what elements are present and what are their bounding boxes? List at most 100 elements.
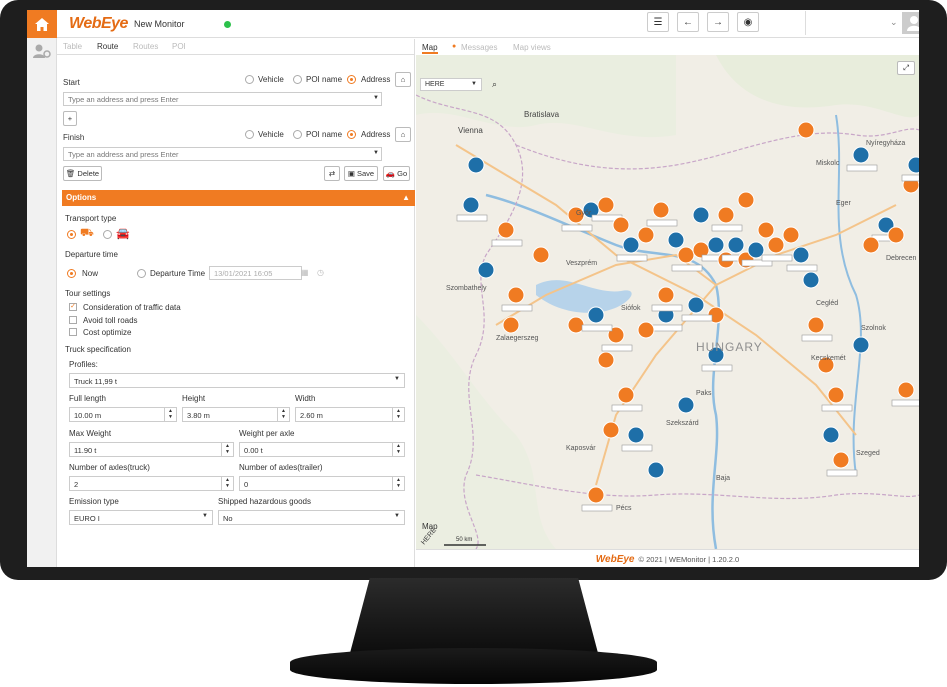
toll-checkbox[interactable]: [69, 316, 77, 324]
vehicle-marker-icon[interactable]: [802, 271, 820, 289]
vehicle-marker-icon[interactable]: [822, 426, 840, 444]
back-button[interactable]: ←: [677, 12, 699, 32]
vehicle-marker-icon[interactable]: [747, 241, 765, 259]
poi-marker-icon[interactable]: [832, 451, 850, 469]
map-provider-select[interactable]: HERE ▼: [420, 78, 482, 91]
stepper-icon[interactable]: ▲ ▼: [277, 408, 289, 421]
globe-button[interactable]: ◉: [737, 12, 759, 32]
poi-marker-icon[interactable]: [782, 226, 800, 244]
finish-address-input[interactable]: Type an address and press Enter: [63, 147, 382, 161]
save-button[interactable]: ▣ Save: [344, 166, 378, 181]
start-address-input[interactable]: Type an address and press Enter: [63, 92, 382, 106]
axles-truck-input[interactable]: 2 ▲ ▼: [69, 476, 234, 491]
finish-pin-button[interactable]: ⌂: [395, 127, 411, 142]
poi-marker-icon[interactable]: [897, 381, 915, 399]
finish-poi-radio[interactable]: [293, 130, 302, 139]
poi-marker-icon[interactable]: [612, 216, 630, 234]
stepper-icon[interactable]: ▲ ▼: [392, 408, 404, 421]
poi-marker-icon[interactable]: [887, 226, 905, 244]
poi-marker-icon[interactable]: [497, 221, 515, 239]
vehicle-marker-icon[interactable]: [727, 236, 745, 254]
weight-axle-input[interactable]: 0.00 t ▲ ▼: [239, 442, 405, 457]
user-menu[interactable]: ⌄: [805, 11, 919, 35]
vehicle-marker-icon[interactable]: [667, 231, 685, 249]
stepper-icon[interactable]: ▲ ▼: [164, 408, 176, 421]
vehicle-marker-icon[interactable]: [852, 146, 870, 164]
traffic-checkbox[interactable]: ✓: [69, 303, 77, 311]
start-address-radio[interactable]: [347, 75, 356, 84]
full-length-input[interactable]: 10.00 m ▲ ▼: [69, 407, 177, 422]
poi-marker-icon[interactable]: [717, 206, 735, 224]
vehicle-marker-icon[interactable]: [687, 296, 705, 314]
stepper-icon[interactable]: ▲ ▼: [221, 477, 233, 490]
tab-routes[interactable]: Routes: [133, 42, 158, 51]
add-waypoint-button[interactable]: +: [63, 111, 77, 126]
start-vehicle-radio[interactable]: [245, 75, 254, 84]
poi-marker-icon[interactable]: [797, 121, 815, 139]
vehicle-marker-icon[interactable]: [692, 206, 710, 224]
poi-marker-icon[interactable]: [807, 316, 825, 334]
vehicle-marker-icon[interactable]: [792, 246, 810, 264]
tab-poi[interactable]: POI: [172, 42, 186, 51]
home-button[interactable]: [27, 10, 57, 38]
map-canvas[interactable]: Vienna Bratislava HUNGARY Miskolc Győr S…: [416, 55, 919, 549]
go-button[interactable]: 🚗 Go: [383, 166, 410, 181]
poi-marker-icon[interactable]: [617, 386, 635, 404]
vehicle-marker-icon[interactable]: [622, 236, 640, 254]
poi-marker-icon[interactable]: [602, 421, 620, 439]
truck-radio[interactable]: [67, 230, 76, 239]
width-input[interactable]: 2.60 m ▲ ▼: [295, 407, 405, 422]
axles-trailer-input[interactable]: 0 ▲ ▼: [239, 476, 405, 491]
height-input[interactable]: 3.80 m ▲ ▼: [182, 407, 290, 422]
tab-route[interactable]: Route: [97, 42, 118, 51]
poi-marker-icon[interactable]: [862, 236, 880, 254]
tab-messages[interactable]: Messages: [461, 43, 497, 52]
poi-marker-icon[interactable]: [757, 221, 775, 239]
finish-address-radio[interactable]: [347, 130, 356, 139]
poi-marker-icon[interactable]: [502, 316, 520, 334]
poi-marker-icon[interactable]: [532, 246, 550, 264]
vehicle-marker-icon[interactable]: [647, 461, 665, 479]
poi-marker-icon[interactable]: [637, 226, 655, 244]
vehicle-marker-icon[interactable]: [627, 426, 645, 444]
tab-table[interactable]: Table: [63, 42, 82, 51]
vehicle-marker-icon[interactable]: [677, 396, 695, 414]
poi-marker-icon[interactable]: [597, 351, 615, 369]
tab-map[interactable]: Map: [422, 43, 438, 54]
max-weight-input[interactable]: 11.90 t ▲ ▼: [69, 442, 234, 457]
poi-marker-icon[interactable]: [827, 386, 845, 404]
poi-marker-icon[interactable]: [637, 321, 655, 339]
vehicle-marker-icon[interactable]: [852, 336, 870, 354]
vehicle-marker-icon[interactable]: [462, 196, 480, 214]
poi-marker-icon[interactable]: [587, 486, 605, 504]
poi-marker-icon[interactable]: [677, 246, 695, 264]
start-pin-button[interactable]: ⌂: [395, 72, 411, 87]
vehicle-marker-icon[interactable]: [467, 156, 485, 174]
forward-button[interactable]: →: [707, 12, 729, 32]
start-poi-radio[interactable]: [293, 75, 302, 84]
poi-marker-icon[interactable]: [597, 196, 615, 214]
hazard-select[interactable]: No ▼: [218, 510, 405, 525]
map-panel[interactable]: Map ● Messages Map views Vienna Bratisla…: [416, 39, 919, 549]
tab-map-views[interactable]: Map views: [513, 43, 551, 52]
search-icon[interactable]: ⌕: [492, 79, 497, 90]
poi-marker-icon[interactable]: [767, 236, 785, 254]
user-settings-button[interactable]: [27, 44, 56, 58]
car-radio[interactable]: [103, 230, 112, 239]
profile-select[interactable]: Truck 11,99 t ▼: [69, 373, 405, 388]
vehicle-marker-icon[interactable]: [587, 306, 605, 324]
stepper-icon[interactable]: ▲ ▼: [392, 443, 404, 456]
poi-marker-icon[interactable]: [737, 191, 755, 209]
vehicle-marker-icon[interactable]: [707, 236, 725, 254]
swap-button[interactable]: ⇄: [324, 166, 340, 181]
cost-checkbox[interactable]: [69, 328, 77, 336]
departure-datetime-input[interactable]: 13/01/2021 16:05: [209, 266, 302, 280]
poi-marker-icon[interactable]: [652, 201, 670, 219]
poi-marker-icon[interactable]: [567, 316, 585, 334]
emission-select[interactable]: EURO I ▼: [69, 510, 213, 525]
poi-marker-icon[interactable]: [507, 286, 525, 304]
vehicle-marker-icon[interactable]: [477, 261, 495, 279]
poi-marker-icon[interactable]: [657, 286, 675, 304]
fullscreen-button[interactable]: ⤢: [897, 61, 915, 75]
finish-vehicle-radio[interactable]: [245, 130, 254, 139]
